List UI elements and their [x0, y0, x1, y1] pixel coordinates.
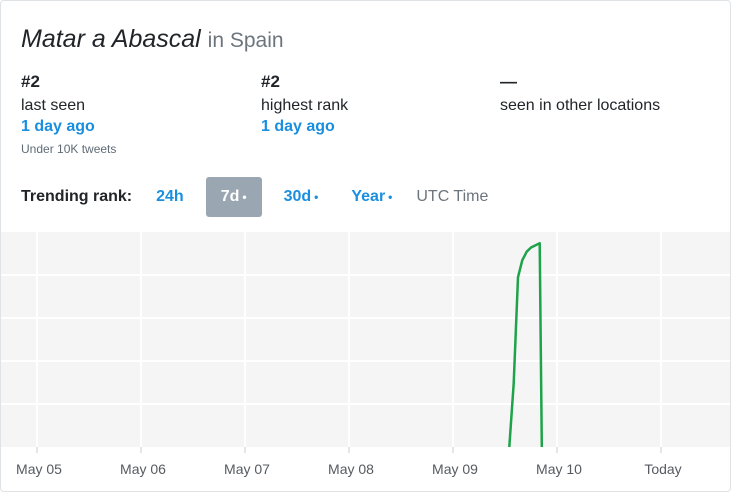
stat-last-seen: #2 last seen 1 day ago Under 10K tweets	[21, 71, 116, 157]
stat-other-locations: — seen in other locations	[500, 71, 660, 116]
stat-highest-rank: #2 highest rank 1 day ago	[261, 71, 348, 137]
range-button-7d[interactable]: 7d •	[205, 177, 262, 217]
range-selector: Trending rank: 24h 7d • 30d • Year • UTC Ti…	[21, 177, 488, 217]
range-button-year[interactable]: Year •	[340, 177, 403, 217]
highest-rank-ago-link[interactable]: 1 day ago	[261, 116, 348, 137]
range-button-24h-label: 24h	[156, 188, 184, 205]
topic-name: Matar a Abascal	[21, 25, 201, 53]
range-dot: •	[242, 190, 247, 204]
x-tick-label: May 06	[120, 461, 166, 477]
page-title: Matar a Abascal in Spain	[21, 23, 284, 57]
x-tick-label: May 08	[328, 461, 374, 477]
x-tick-label: May 05	[16, 461, 62, 477]
highest-rank-label: highest rank	[261, 97, 349, 114]
last-seen-label: last seen	[21, 97, 86, 114]
location-label: in Spain	[207, 29, 284, 52]
range-dot: •	[314, 190, 319, 204]
other-locations-label: seen in other locations	[500, 97, 661, 114]
x-tick-label: May 10	[536, 461, 582, 477]
range-button-7d-label: 7d	[220, 188, 240, 205]
trend-chart: May 05 May 06 May 07 May 08 May 09 May 10 Toda…	[1, 232, 730, 477]
range-button-30d[interactable]: 30d •	[273, 177, 330, 217]
x-tick-label: Today	[644, 461, 681, 477]
tweet-volume-note: Under 10K tweets	[21, 142, 117, 156]
other-locations-value: —	[500, 72, 517, 91]
plot-area	[1, 232, 730, 447]
range-button-30d-label: 30d	[283, 188, 312, 205]
range-label: Trending rank:	[21, 188, 133, 205]
timezone-label: UTC Time	[416, 188, 489, 205]
range-button-24h[interactable]: 24h	[145, 177, 195, 217]
last-seen-ago-link[interactable]: 1 day ago	[21, 116, 116, 137]
range-button-year-label: Year	[351, 188, 386, 205]
highest-rank-value: #2	[261, 72, 280, 91]
trend-card: Matar a Abascal in Spain #2 last seen 1 …	[0, 0, 731, 492]
last-seen-rank: #2	[21, 72, 40, 91]
x-tick-label: May 09	[432, 461, 478, 477]
x-tick-label: May 07	[224, 461, 270, 477]
range-dot: •	[388, 190, 393, 204]
